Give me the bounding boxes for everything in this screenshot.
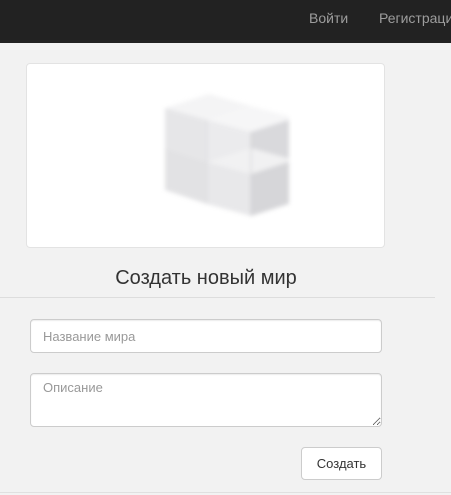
title-divider	[0, 297, 435, 298]
bottom-divider	[0, 492, 451, 493]
world-name-input[interactable]	[30, 319, 382, 353]
register-link[interactable]: Регистрация	[379, 10, 451, 26]
top-navbar: Войти Регистрация	[0, 0, 451, 43]
world-image-card	[26, 63, 385, 248]
create-button[interactable]: Создать	[301, 447, 382, 480]
description-textarea[interactable]	[30, 373, 382, 427]
page-title: Создать новый мир	[115, 267, 297, 289]
cube-placeholder-icon	[165, 94, 289, 216]
login-link[interactable]: Войти	[309, 10, 348, 26]
